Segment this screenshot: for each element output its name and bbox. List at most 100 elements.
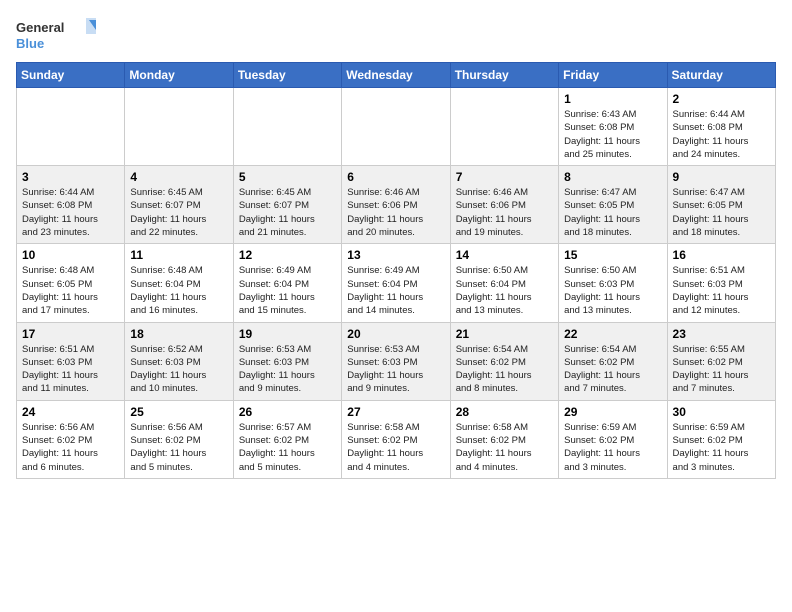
calendar-day-30: 30 Sunrise: 6:59 AMSunset: 6:02 PMDayligh… (667, 400, 775, 478)
calendar-empty-cell (17, 88, 125, 166)
day-number: 15 (564, 248, 661, 262)
day-info: Sunrise: 6:51 AMSunset: 6:03 PMDaylight:… (22, 343, 119, 396)
day-info: Sunrise: 6:51 AMSunset: 6:03 PMDaylight:… (673, 264, 770, 317)
calendar-day-5: 5Sunrise: 6:45 AMSunset: 6:07 PMDaylight… (233, 166, 341, 244)
day-info: Sunrise: 6:44 AMSunset: 6:08 PMDaylight:… (673, 108, 770, 161)
calendar-day-6: 6 Sunrise: 6:46 AMSunset: 6:06 PMDaylight… (342, 166, 450, 244)
calendar-empty-cell (342, 88, 450, 166)
day-number: 10 (22, 248, 119, 262)
calendar-day-22: 22 Sunrise: 6:54 AMSunset: 6:02 PMDayligh… (559, 322, 667, 400)
logo: General Blue (16, 16, 96, 56)
calendar-day-24: 24 Sunrise: 6:56 AMSunset: 6:02 PMDayligh… (17, 400, 125, 478)
day-info: Sunrise: 6:47 AMSunset: 6:05 PMDaylight:… (673, 186, 770, 239)
day-number: 22 (564, 327, 661, 341)
calendar-day-29: 29 Sunrise: 6:59 AMSunset: 6:02 PMDayligh… (559, 400, 667, 478)
calendar-day-23: 23 Sunrise: 6:55 AMSunset: 6:02 PMDayligh… (667, 322, 775, 400)
calendar-header-row: SundayMondayTuesdayWednesdayThursdayFrid… (17, 63, 776, 88)
calendar-header-friday: Friday (559, 63, 667, 88)
calendar-day-8: 8 Sunrise: 6:47 AMSunset: 6:05 PMDaylight… (559, 166, 667, 244)
day-info: Sunrise: 6:54 AMSunset: 6:02 PMDaylight:… (456, 343, 553, 396)
day-info: Sunrise: 6:44 AMSunset: 6:08 PMDaylight:… (22, 186, 119, 239)
day-number: 4 (130, 170, 227, 184)
calendar-day-4: 4 Sunrise: 6:45 AMSunset: 6:07 PMDaylight… (125, 166, 233, 244)
calendar-header-thursday: Thursday (450, 63, 558, 88)
calendar-day-26: 26 Sunrise: 6:57 AMSunset: 6:02 PMDayligh… (233, 400, 341, 478)
day-number: 2 (673, 92, 770, 106)
calendar-week-row: 3 Sunrise: 6:44 AMSunset: 6:08 PMDaylight… (17, 166, 776, 244)
calendar-day-19: 19 Sunrise: 6:53 AMSunset: 6:03 PMDayligh… (233, 322, 341, 400)
calendar-day-15: 15 Sunrise: 6:50 AMSunset: 6:03 PMDayligh… (559, 244, 667, 322)
day-info: Sunrise: 6:54 AMSunset: 6:02 PMDaylight:… (564, 343, 661, 396)
calendar-day-17: 17 Sunrise: 6:51 AMSunset: 6:03 PMDayligh… (17, 322, 125, 400)
day-info: Sunrise: 6:50 AMSunset: 6:03 PMDaylight:… (564, 264, 661, 317)
day-number: 3 (22, 170, 119, 184)
day-info: Sunrise: 6:43 AMSunset: 6:08 PMDaylight:… (564, 108, 661, 161)
svg-text:Blue: Blue (16, 36, 44, 51)
calendar-day-27: 27Sunrise: 6:58 AMSunset: 6:02 PMDayligh… (342, 400, 450, 478)
day-info: Sunrise: 6:59 AMSunset: 6:02 PMDaylight:… (673, 421, 770, 474)
calendar-day-14: 14 Sunrise: 6:50 AMSunset: 6:04 PMDayligh… (450, 244, 558, 322)
calendar-day-13: 13 Sunrise: 6:49 AMSunset: 6:04 PMDayligh… (342, 244, 450, 322)
calendar-header-monday: Monday (125, 63, 233, 88)
day-number: 14 (456, 248, 553, 262)
day-info: Sunrise: 6:56 AMSunset: 6:02 PMDaylight:… (22, 421, 119, 474)
day-number: 11 (130, 248, 227, 262)
calendar-day-12: 12 Sunrise: 6:49 AMSunset: 6:04 PMDayligh… (233, 244, 341, 322)
day-number: 7 (456, 170, 553, 184)
calendar-day-18: 18 Sunrise: 6:52 AMSunset: 6:03 PMDayligh… (125, 322, 233, 400)
day-info: Sunrise: 6:59 AMSunset: 6:02 PMDaylight:… (564, 421, 661, 474)
day-info: Sunrise: 6:50 AMSunset: 6:04 PMDaylight:… (456, 264, 553, 317)
day-number: 13 (347, 248, 444, 262)
day-number: 19 (239, 327, 336, 341)
day-number: 16 (673, 248, 770, 262)
calendar-week-row: 17 Sunrise: 6:51 AMSunset: 6:03 PMDayligh… (17, 322, 776, 400)
day-number: 9 (673, 170, 770, 184)
day-info: Sunrise: 6:57 AMSunset: 6:02 PMDaylight:… (239, 421, 336, 474)
calendar-empty-cell (125, 88, 233, 166)
day-number: 18 (130, 327, 227, 341)
day-info: Sunrise: 6:49 AMSunset: 6:04 PMDaylight:… (239, 264, 336, 317)
day-info: Sunrise: 6:45 AMSunset: 6:07 PMDaylight:… (239, 186, 336, 239)
calendar-empty-cell (233, 88, 341, 166)
calendar-empty-cell (450, 88, 558, 166)
calendar-day-3: 3 Sunrise: 6:44 AMSunset: 6:08 PMDaylight… (17, 166, 125, 244)
day-number: 1 (564, 92, 661, 106)
day-info: Sunrise: 6:46 AMSunset: 6:06 PMDaylight:… (456, 186, 553, 239)
day-number: 26 (239, 405, 336, 419)
day-info: Sunrise: 6:45 AMSunset: 6:07 PMDaylight:… (130, 186, 227, 239)
day-number: 12 (239, 248, 336, 262)
day-info: Sunrise: 6:53 AMSunset: 6:03 PMDaylight:… (239, 343, 336, 396)
day-info: Sunrise: 6:58 AMSunset: 6:02 PMDaylight:… (347, 421, 444, 474)
day-number: 17 (22, 327, 119, 341)
calendar-day-11: 11Sunrise: 6:48 AMSunset: 6:04 PMDayligh… (125, 244, 233, 322)
day-number: 29 (564, 405, 661, 419)
calendar-day-10: 10Sunrise: 6:48 AMSunset: 6:05 PMDayligh… (17, 244, 125, 322)
day-info: Sunrise: 6:52 AMSunset: 6:03 PMDaylight:… (130, 343, 227, 396)
day-number: 21 (456, 327, 553, 341)
svg-text:General: General (16, 20, 64, 35)
calendar-day-20: 20Sunrise: 6:53 AMSunset: 6:03 PMDayligh… (342, 322, 450, 400)
day-info: Sunrise: 6:56 AMSunset: 6:02 PMDaylight:… (130, 421, 227, 474)
day-info: Sunrise: 6:55 AMSunset: 6:02 PMDaylight:… (673, 343, 770, 396)
calendar: SundayMondayTuesdayWednesdayThursdayFrid… (16, 62, 776, 479)
calendar-week-row: 24 Sunrise: 6:56 AMSunset: 6:02 PMDayligh… (17, 400, 776, 478)
calendar-header-sunday: Sunday (17, 63, 125, 88)
day-number: 20 (347, 327, 444, 341)
day-number: 30 (673, 405, 770, 419)
day-number: 6 (347, 170, 444, 184)
day-number: 23 (673, 327, 770, 341)
day-info: Sunrise: 6:46 AMSunset: 6:06 PMDaylight:… (347, 186, 444, 239)
calendar-day-7: 7 Sunrise: 6:46 AMSunset: 6:06 PMDaylight… (450, 166, 558, 244)
logo-svg: General Blue (16, 16, 96, 56)
day-info: Sunrise: 6:47 AMSunset: 6:05 PMDaylight:… (564, 186, 661, 239)
day-number: 28 (456, 405, 553, 419)
day-number: 25 (130, 405, 227, 419)
day-info: Sunrise: 6:49 AMSunset: 6:04 PMDaylight:… (347, 264, 444, 317)
calendar-header-tuesday: Tuesday (233, 63, 341, 88)
calendar-week-row: 1 Sunrise: 6:43 AMSunset: 6:08 PMDaylight… (17, 88, 776, 166)
day-number: 8 (564, 170, 661, 184)
calendar-header-saturday: Saturday (667, 63, 775, 88)
calendar-header-wednesday: Wednesday (342, 63, 450, 88)
calendar-day-21: 21 Sunrise: 6:54 AMSunset: 6:02 PMDayligh… (450, 322, 558, 400)
day-number: 24 (22, 405, 119, 419)
